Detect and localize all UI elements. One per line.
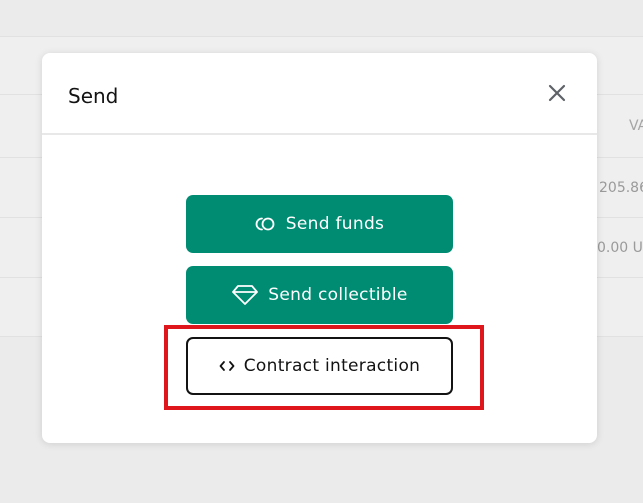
background-divider (0, 36, 643, 37)
send-collectible-label: Send collectible (268, 285, 408, 305)
send-funds-label: Send funds (285, 214, 385, 234)
background-cell-value: 0.00 U (597, 240, 643, 256)
close-icon (544, 80, 570, 106)
modal-title: Send (68, 84, 119, 108)
modal-header: Send (42, 53, 597, 135)
send-modal: Send Send funds Send collectible Contrac… (42, 53, 597, 443)
contract-interaction-button[interactable]: Contract interaction (186, 337, 453, 395)
background-cell-value: 205.86 (599, 180, 643, 196)
close-button[interactable] (544, 80, 570, 106)
code-icon (219, 360, 235, 372)
coins-icon (255, 216, 277, 232)
background-column-header: VA (629, 118, 643, 134)
send-funds-button[interactable]: Send funds (186, 195, 453, 253)
send-collectible-button[interactable]: Send collectible (186, 266, 453, 324)
diamond-icon (231, 284, 259, 306)
contract-interaction-label: Contract interaction (243, 356, 421, 376)
